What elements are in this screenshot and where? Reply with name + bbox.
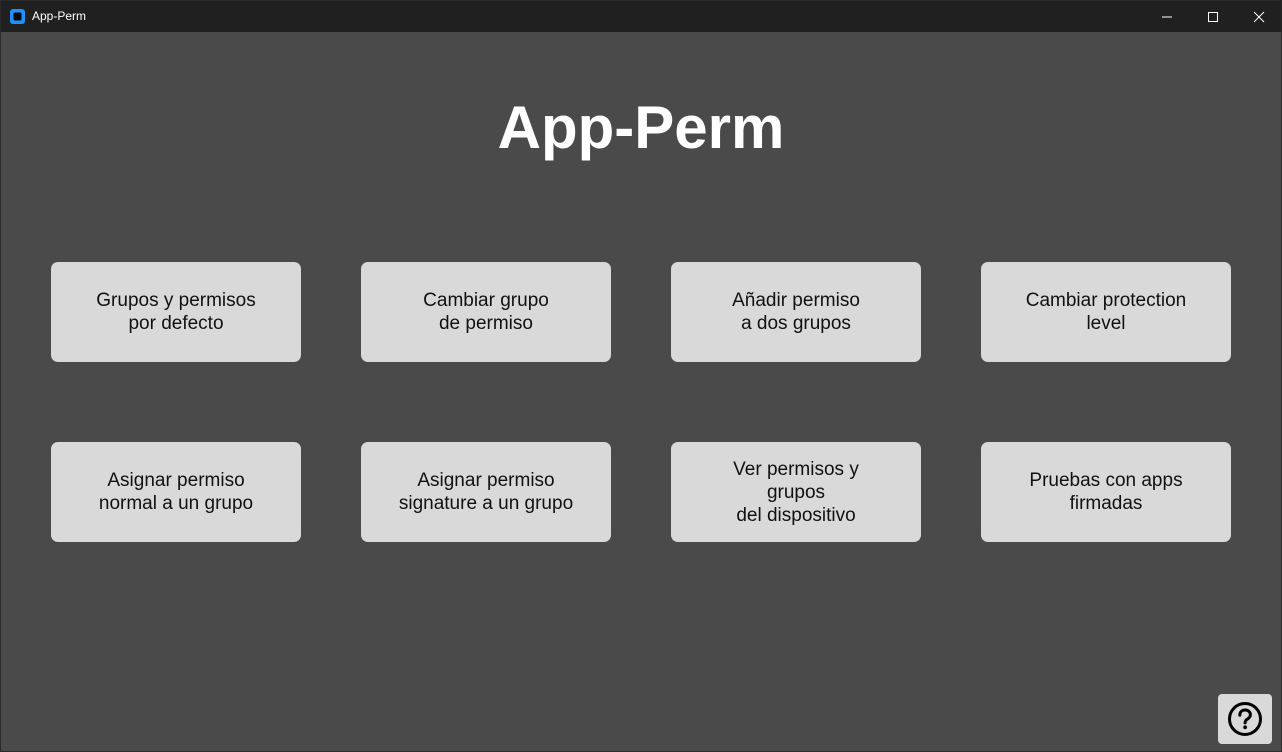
view-device-permissions-button[interactable]: Ver permisos y grupos del dispositivo	[671, 442, 921, 542]
question-circle-icon	[1228, 702, 1262, 736]
default-groups-permissions-button[interactable]: Grupos y permisos por defecto	[51, 262, 301, 362]
minimize-button[interactable]	[1144, 1, 1190, 32]
maximize-button[interactable]	[1190, 1, 1236, 32]
add-permission-two-groups-button[interactable]: Añadir permiso a dos grupos	[671, 262, 921, 362]
page-title: App-Perm	[497, 94, 785, 161]
assign-normal-permission-button[interactable]: Asignar permiso normal a un grupo	[51, 442, 301, 542]
app-icon	[10, 9, 25, 24]
close-button[interactable]	[1236, 1, 1282, 32]
title-bar[interactable]: App-Perm	[1, 1, 1281, 32]
change-protection-level-button[interactable]: Cambiar protection level	[981, 262, 1231, 362]
assign-signature-permission-button[interactable]: Asignar permiso signature a un grupo	[361, 442, 611, 542]
window-title: App-Perm	[32, 9, 87, 23]
help-button[interactable]	[1218, 694, 1272, 744]
minimize-icon	[1162, 16, 1172, 17]
app-window: App-Perm App-Perm Grupos y permisos por …	[0, 0, 1282, 752]
signed-apps-tests-button[interactable]: Pruebas con apps firmadas	[981, 442, 1231, 542]
close-icon	[1253, 11, 1265, 22]
maximize-icon	[1208, 11, 1218, 22]
change-permission-group-button[interactable]: Cambiar grupo de permiso	[361, 262, 611, 362]
